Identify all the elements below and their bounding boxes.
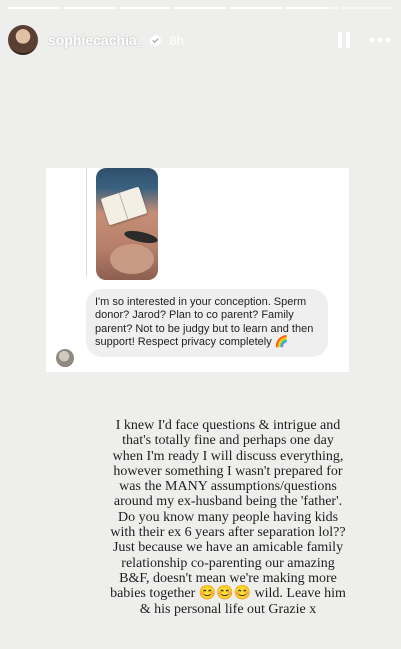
shared-story-photo xyxy=(96,168,158,280)
verified-badge-icon xyxy=(148,34,162,47)
timestamp: 8h xyxy=(169,32,184,48)
sender-avatar xyxy=(56,349,74,367)
pause-icon[interactable] xyxy=(331,27,357,53)
progress-segment xyxy=(118,7,172,9)
embedded-comment-screenshot: I'm so interested in your conception. Sp… xyxy=(46,168,349,372)
progress-segment xyxy=(174,7,227,9)
avatar[interactable] xyxy=(8,25,38,55)
progress-segment-current xyxy=(285,7,338,9)
username[interactable]: sophiecachia_ xyxy=(48,32,145,48)
story-progress-bar xyxy=(8,7,393,9)
more-options-icon[interactable] xyxy=(367,27,393,53)
progress-segment xyxy=(229,7,283,9)
progress-segment xyxy=(63,7,116,9)
book-graphic xyxy=(100,186,148,226)
comment-bubble: I'm so interested in your conception. Sp… xyxy=(86,289,328,358)
swimwear-graphic xyxy=(123,228,158,246)
progress-segment xyxy=(8,7,61,9)
thread-line xyxy=(86,168,87,276)
story-caption: I knew I'd face questions & intrigue and… xyxy=(110,418,346,617)
story-header: sophiecachia_ 8h xyxy=(8,22,393,58)
belly-graphic xyxy=(110,244,154,274)
progress-segment xyxy=(340,7,393,9)
